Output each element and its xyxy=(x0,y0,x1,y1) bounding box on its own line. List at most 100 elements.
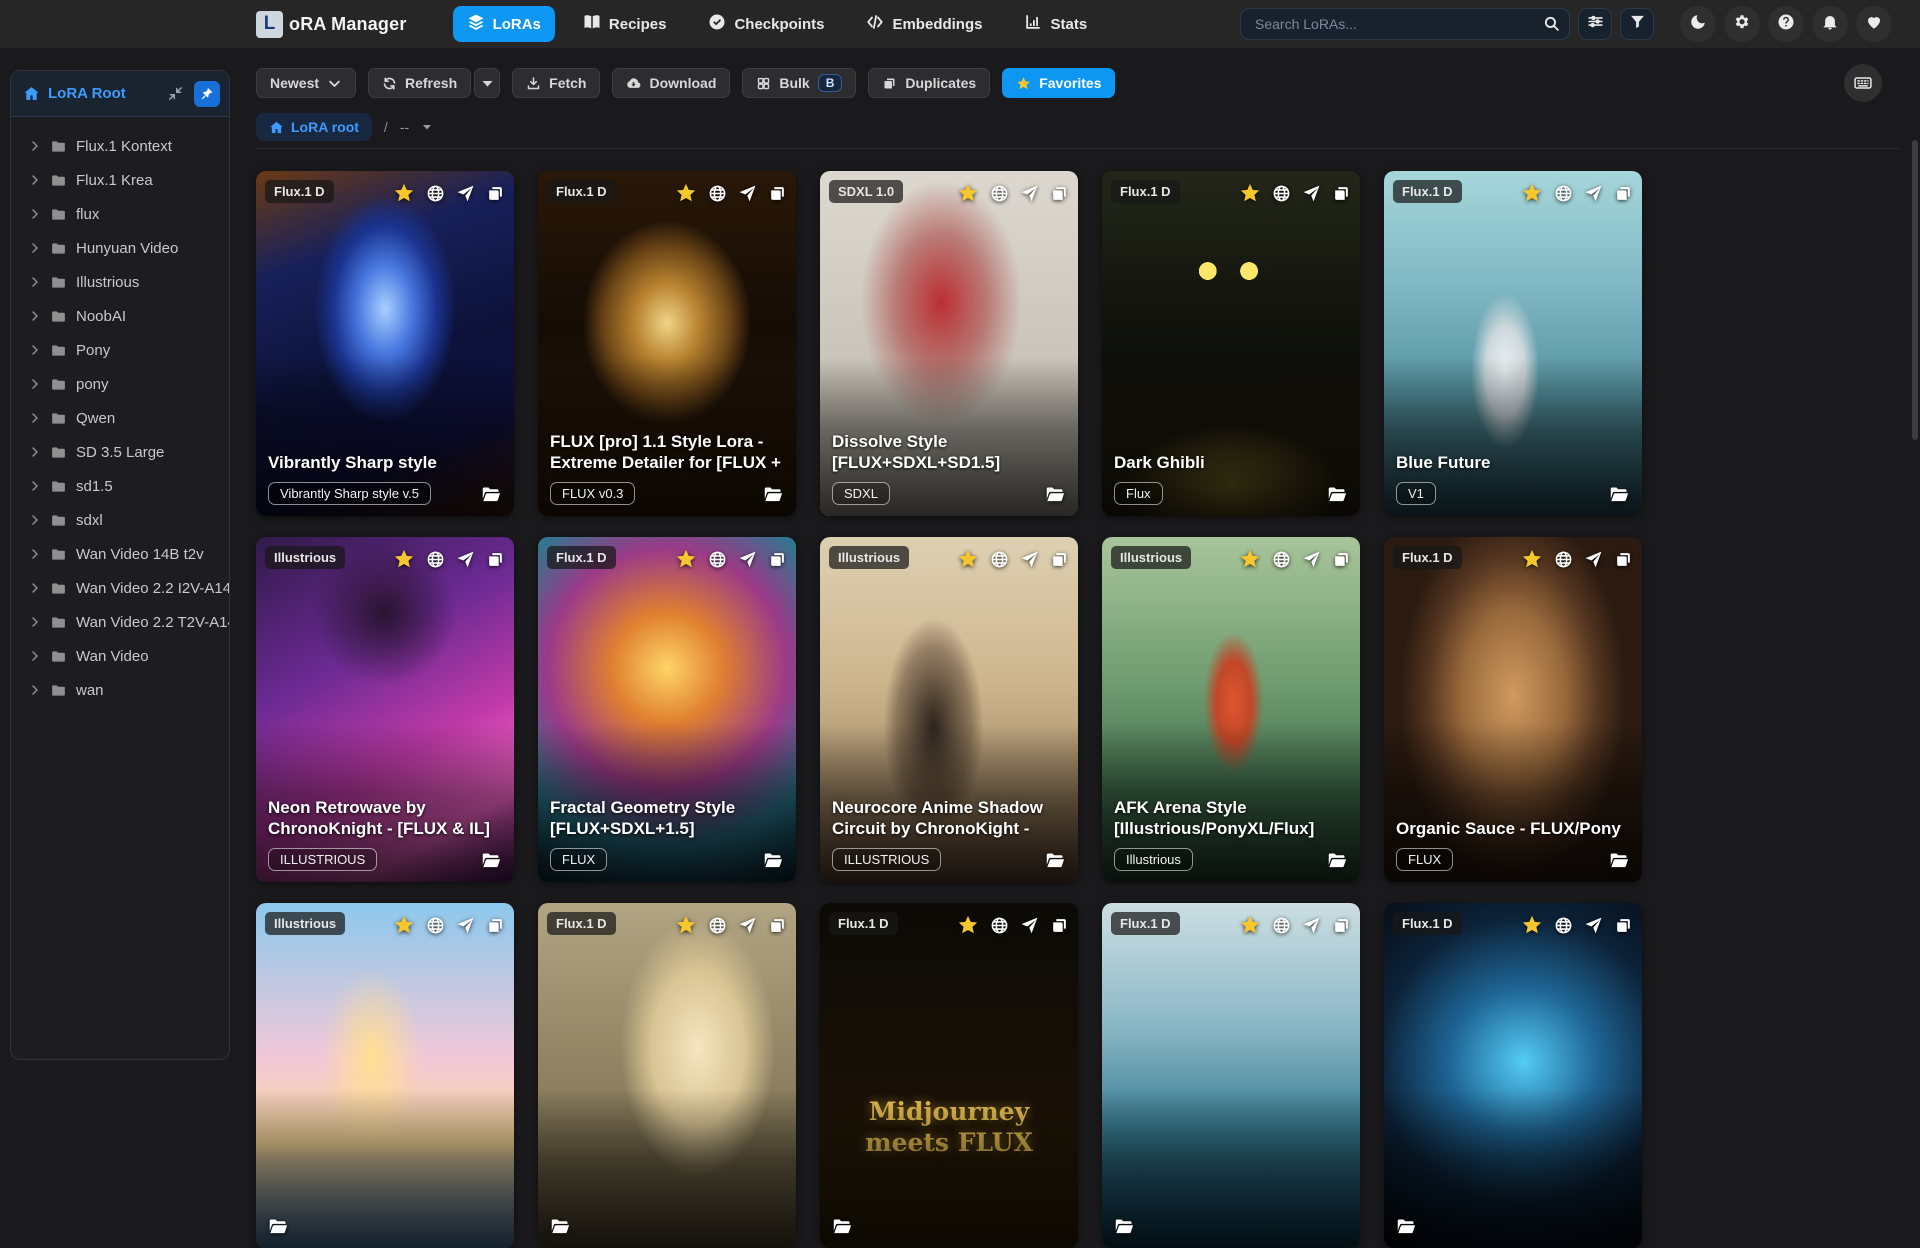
search-icon[interactable] xyxy=(1543,15,1560,32)
version-tag[interactable]: Vibrantly Sharp style v.5 xyxy=(268,482,431,505)
lora-card[interactable]: Flux.1 D Fractal Geometry Style [FLUX+SD… xyxy=(538,537,796,882)
favorite-star-icon[interactable] xyxy=(675,182,697,204)
send-icon[interactable] xyxy=(456,916,475,935)
favorite-star-icon[interactable] xyxy=(957,548,979,570)
folder-tree-item[interactable]: Flux.1 Krea xyxy=(17,163,223,197)
folder-tree-item[interactable]: SD 3.5 Large xyxy=(17,435,223,469)
copy-icon[interactable] xyxy=(1050,916,1069,935)
folder-tree-item[interactable]: Wan Video 14B t2v xyxy=(17,537,223,571)
globe-icon[interactable] xyxy=(1554,550,1573,569)
globe-icon[interactable] xyxy=(1272,916,1291,935)
copy-icon[interactable] xyxy=(1332,550,1351,569)
favorite-star-icon[interactable] xyxy=(1239,182,1261,204)
version-tag[interactable]: ILLUSTRIOUS xyxy=(268,848,377,871)
favorite-star-icon[interactable] xyxy=(957,914,979,936)
favorite-star-icon[interactable] xyxy=(1521,914,1543,936)
pin-sidebar-button[interactable] xyxy=(194,81,220,107)
send-icon[interactable] xyxy=(1020,184,1039,203)
send-icon[interactable] xyxy=(1584,184,1603,203)
search-input[interactable] xyxy=(1240,8,1570,40)
folder-tree-item[interactable]: Qwen xyxy=(17,401,223,435)
folder-tree-item[interactable]: wan xyxy=(17,673,223,707)
version-tag[interactable]: Illustrious xyxy=(1114,848,1193,871)
version-tag[interactable]: FLUX xyxy=(550,848,607,871)
fetch-button[interactable]: Fetch xyxy=(512,68,600,98)
globe-icon[interactable] xyxy=(1554,184,1573,203)
send-icon[interactable] xyxy=(1020,916,1039,935)
favorite-star-icon[interactable] xyxy=(1521,548,1543,570)
folder-tree-item[interactable]: flux xyxy=(17,197,223,231)
globe-icon[interactable] xyxy=(1554,916,1573,935)
version-tag[interactable]: Flux xyxy=(1114,482,1163,505)
duplicates-button[interactable]: Duplicates xyxy=(868,68,990,98)
copy-icon[interactable] xyxy=(486,916,505,935)
refresh-options-button[interactable] xyxy=(474,68,500,98)
send-icon[interactable] xyxy=(738,550,757,569)
open-folder-icon[interactable] xyxy=(1396,1216,1417,1237)
send-icon[interactable] xyxy=(1020,550,1039,569)
lora-card[interactable]: Flux.1 D Organic Sauce - FLUX/Pony FLUX xyxy=(1384,537,1642,882)
favorite-star-icon[interactable] xyxy=(393,914,415,936)
notifications-button[interactable] xyxy=(1812,6,1848,42)
folder-tree-item[interactable]: Hunyuan Video xyxy=(17,231,223,265)
globe-icon[interactable] xyxy=(1272,550,1291,569)
collapse-all-button[interactable] xyxy=(164,83,186,105)
send-icon[interactable] xyxy=(738,916,757,935)
send-icon[interactable] xyxy=(1302,916,1321,935)
lora-card[interactable]: Illustrious Neurocore Anime Shadow Circu… xyxy=(820,537,1078,882)
lora-card[interactable]: Flux.1 D xyxy=(538,903,796,1248)
filter-funnel-button[interactable] xyxy=(1620,8,1654,40)
sidebar-header[interactable]: LoRA Root xyxy=(11,71,229,117)
lora-card[interactable]: Flux.1 D xyxy=(1384,903,1642,1248)
help-button[interactable] xyxy=(1768,6,1804,42)
lora-card[interactable]: Illustrious xyxy=(256,903,514,1248)
open-folder-icon[interactable] xyxy=(1327,484,1348,505)
favorite-star-icon[interactable] xyxy=(1521,182,1543,204)
folder-tree-item[interactable]: Wan Video xyxy=(17,639,223,673)
filter-sliders-button[interactable] xyxy=(1578,8,1612,40)
scrollbar-thumb[interactable] xyxy=(1912,140,1918,440)
globe-icon[interactable] xyxy=(426,550,445,569)
chevron-down-icon[interactable] xyxy=(421,121,433,133)
copy-icon[interactable] xyxy=(768,550,787,569)
lora-card[interactable]: SDXL 1.0 Dissolve Style [FLUX+SDXL+SD1.5… xyxy=(820,171,1078,516)
version-tag[interactable]: FLUX v0.3 xyxy=(550,482,635,505)
globe-icon[interactable] xyxy=(708,916,727,935)
open-folder-icon[interactable] xyxy=(832,1216,853,1237)
open-folder-icon[interactable] xyxy=(1114,1216,1135,1237)
bulk-button[interactable]: Bulk B xyxy=(742,68,856,98)
send-icon[interactable] xyxy=(1302,184,1321,203)
open-folder-icon[interactable] xyxy=(1045,850,1066,871)
version-tag[interactable]: FLUX xyxy=(1396,848,1453,871)
copy-icon[interactable] xyxy=(768,916,787,935)
favorites-heart-button[interactable] xyxy=(1856,6,1892,42)
favorite-star-icon[interactable] xyxy=(675,548,697,570)
folder-tree-item[interactable]: NoobAI xyxy=(17,299,223,333)
nav-tab-embeddings[interactable]: Embeddings xyxy=(852,6,996,42)
send-icon[interactable] xyxy=(456,184,475,203)
settings-button[interactable] xyxy=(1724,6,1760,42)
sort-dropdown[interactable]: Newest xyxy=(256,68,356,98)
open-folder-icon[interactable] xyxy=(763,850,784,871)
open-folder-icon[interactable] xyxy=(268,1216,289,1237)
folder-tree-item[interactable]: Pony xyxy=(17,333,223,367)
folder-tree-item[interactable]: pony xyxy=(17,367,223,401)
globe-icon[interactable] xyxy=(426,916,445,935)
favorite-star-icon[interactable] xyxy=(675,914,697,936)
download-button[interactable]: Download xyxy=(612,68,730,98)
send-icon[interactable] xyxy=(1584,550,1603,569)
folder-tree-item[interactable]: sd1.5 xyxy=(17,469,223,503)
open-folder-icon[interactable] xyxy=(763,484,784,505)
version-tag[interactable]: V1 xyxy=(1396,482,1436,505)
copy-icon[interactable] xyxy=(1614,184,1633,203)
keyboard-shortcuts-button[interactable] xyxy=(1844,64,1882,102)
nav-tab-checkpoints[interactable]: Checkpoints xyxy=(694,6,838,42)
send-icon[interactable] xyxy=(738,184,757,203)
nav-tab-recipes[interactable]: Recipes xyxy=(569,6,681,42)
favorites-filter-button[interactable]: Favorites xyxy=(1002,68,1115,98)
globe-icon[interactable] xyxy=(990,916,1009,935)
refresh-button[interactable]: Refresh xyxy=(368,68,471,98)
copy-icon[interactable] xyxy=(486,550,505,569)
send-icon[interactable] xyxy=(1302,550,1321,569)
lora-card[interactable]: Midjourney meets FLUX Flux.1 D xyxy=(820,903,1078,1248)
